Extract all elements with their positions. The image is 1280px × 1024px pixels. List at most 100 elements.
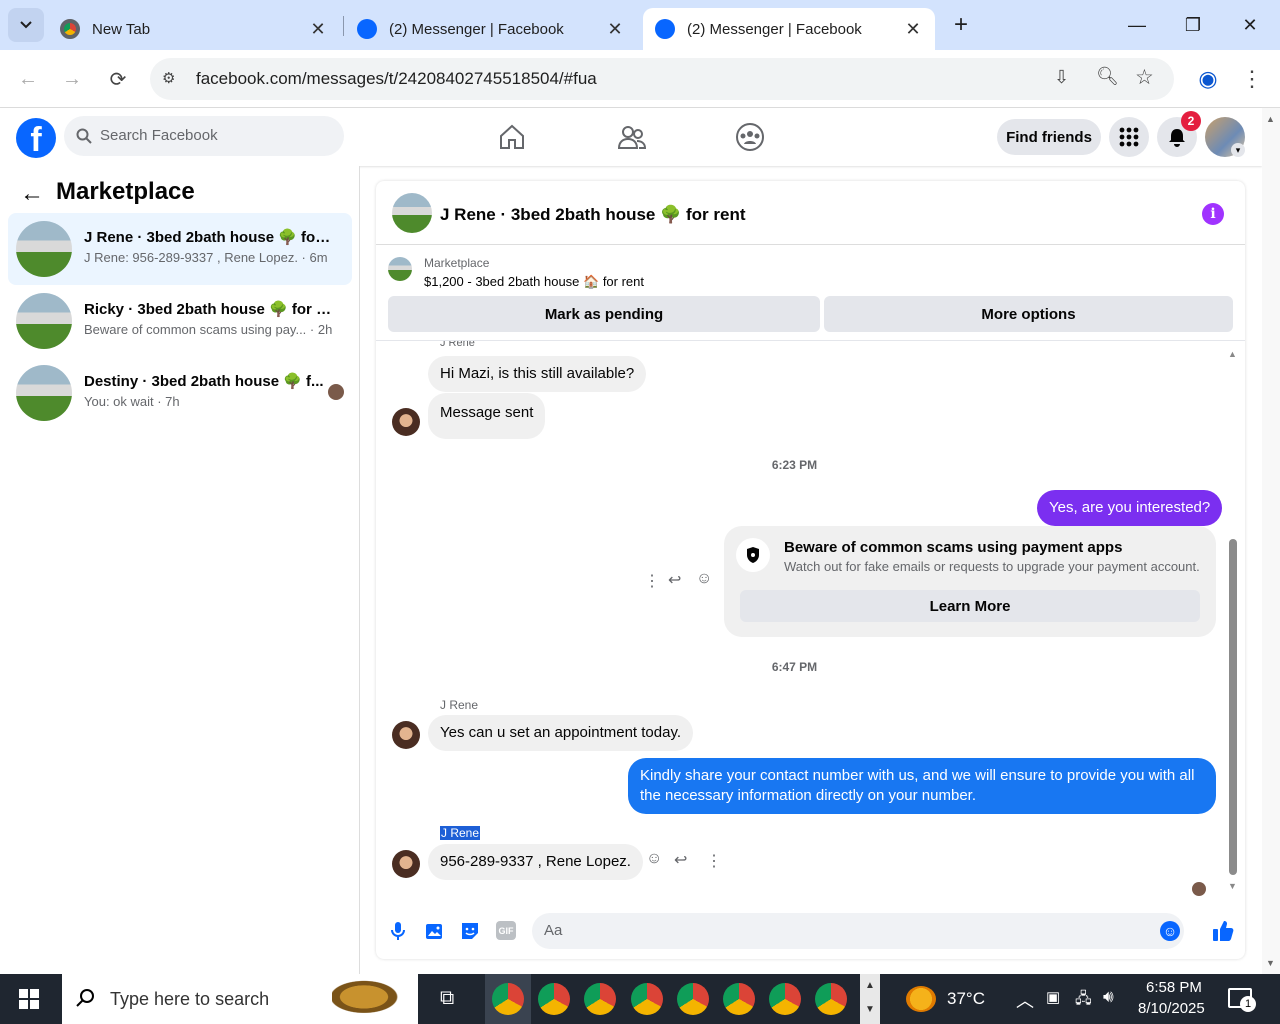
close-tab-icon[interactable]: ✕ <box>903 19 923 40</box>
site-info-icon[interactable]: ⚙ <box>162 69 182 89</box>
network-icon[interactable]: 🖧︎ <box>1075 988 1092 1013</box>
weather-temperature[interactable]: 37°C <box>947 989 985 1009</box>
taskbar-search-box[interactable]: Type here to search <box>62 974 418 1024</box>
chrome-taskbar-icon[interactable] <box>677 983 709 1015</box>
clock-time[interactable]: 6:58 PM <box>1146 979 1202 996</box>
chrome-taskbar-icon[interactable] <box>631 983 663 1015</box>
volume-icon[interactable]: 🔊︎ <box>1103 987 1114 1007</box>
conversation-item-destiny[interactable]: Destiny · 3bed 2bath house 🌳 f... You: o… <box>8 357 352 429</box>
more-actions-icon[interactable]: ⋮ <box>706 851 722 871</box>
mark-as-pending-button[interactable]: Mark as pending <box>388 296 820 332</box>
conversation-item-j-rene[interactable]: J Rene · 3bed 2bath house 🌳 for r... J R… <box>8 213 352 285</box>
chrome-taskbar-icon[interactable] <box>723 983 755 1015</box>
tab-messenger-1[interactable]: (2) Messenger | Facebook ✕ <box>345 8 637 50</box>
scroll-down-arrow-icon[interactable]: ▼ <box>1228 881 1237 891</box>
profile-icon[interactable]: ◉ <box>1193 64 1223 94</box>
listing-thumbnail[interactable] <box>388 257 412 281</box>
react-emoji-icon[interactable]: ☺ <box>696 570 712 588</box>
message-bubble-incoming[interactable]: Yes can u set an appointment today. <box>428 715 694 751</box>
tab-title: (2) Messenger | Facebook <box>389 20 564 38</box>
message-bubble-outgoing[interactable]: Kindly share your contact number with us… <box>628 758 1216 814</box>
tab-search-button[interactable] <box>8 8 44 42</box>
learn-more-button[interactable]: Learn More <box>740 590 1200 622</box>
seen-receipt-avatar <box>1192 882 1206 896</box>
info-icon[interactable]: i <box>1202 203 1224 225</box>
message-bubble-outgoing[interactable]: Yes, are you interested? <box>1037 490 1223 526</box>
timestamp: 6:23 PM <box>771 458 818 472</box>
friends-icon[interactable] <box>617 122 647 152</box>
notifications-button[interactable]: 2 <box>1157 111 1201 157</box>
zoom-icon[interactable]: 🔍︎ <box>1096 66 1119 87</box>
react-emoji-icon[interactable]: ☺ <box>646 850 662 868</box>
windows-start-icon[interactable] <box>19 989 39 1009</box>
clock-date[interactable]: 8/10/2025 <box>1138 1000 1205 1017</box>
close-window-button[interactable]: ✕ <box>1230 8 1270 42</box>
listing-price-title[interactable]: $1,200 - 3bed 2bath house 🏠 for rent <box>424 274 644 290</box>
sticker-icon[interactable] <box>460 921 480 941</box>
task-view-icon[interactable]: ⧉ <box>440 987 454 1010</box>
scroll-up-arrow-icon[interactable]: ▲ <box>1228 349 1237 359</box>
message-bubble-incoming[interactable]: Message sent <box>428 393 546 439</box>
message-sender-highlighted: J Rene <box>440 826 481 840</box>
maximize-button[interactable]: ❐ <box>1173 8 1213 42</box>
message-sender: J Rene <box>440 698 479 712</box>
message-input[interactable]: Aa ☺ <box>532 913 1184 949</box>
conversation-item-ricky[interactable]: Ricky · 3bed 2bath house 🌳 for rent Bewa… <box>8 285 352 357</box>
reply-icon[interactable]: ↩ <box>674 850 687 870</box>
groups-icon[interactable] <box>735 122 765 152</box>
new-tab-button[interactable]: + <box>941 8 981 42</box>
chat-scrollbar[interactable]: ▲ ▼ <box>1226 341 1240 891</box>
scroll-thumb[interactable] <box>1229 539 1237 875</box>
facebook-search-input[interactable]: Search Facebook <box>64 116 344 156</box>
tab-title: (2) Messenger | Facebook <box>687 20 862 38</box>
forward-button[interactable]: → <box>57 64 87 94</box>
shield-icon <box>736 538 770 572</box>
thumbs-up-icon[interactable] <box>1212 920 1234 942</box>
close-tab-icon[interactable]: ✕ <box>308 19 328 40</box>
marketplace-conversations-panel: ← Marketplace J Rene · 3bed 2bath house … <box>0 166 360 974</box>
install-app-icon[interactable]: ⇩ <box>1054 67 1069 88</box>
menu-kebab-icon[interactable]: ⋮ <box>1237 64 1267 94</box>
emoji-picker-icon[interactable]: ☺ <box>1160 921 1180 941</box>
back-button[interactable]: ← <box>13 64 43 94</box>
reload-button[interactable]: ⟳ <box>103 64 133 94</box>
tab-new-tab[interactable]: New Tab ✕ <box>48 8 340 50</box>
photo-icon[interactable] <box>425 921 445 941</box>
close-tab-icon[interactable]: ✕ <box>605 19 625 40</box>
tray-chevron-up-icon[interactable]: ︿ <box>1016 987 1034 1013</box>
message-bubble-incoming[interactable]: 956-289-9337 , Rene Lopez. <box>428 844 643 880</box>
chat-window: J Rene · 3bed 2bath house 🌳 for rent i M… <box>376 181 1245 959</box>
chat-avatar[interactable] <box>392 193 432 233</box>
minimize-button[interactable]: — <box>1117 8 1157 42</box>
menu-grid-button[interactable] <box>1109 117 1149 157</box>
taskbar-overflow-strip[interactable]: ▲ ▼ <box>860 974 880 1024</box>
address-bar[interactable]: ⚙ facebook.com/messages/t/24208402745518… <box>150 58 1174 100</box>
search-placeholder: Search Facebook <box>100 127 218 144</box>
weather-icon[interactable] <box>906 986 936 1012</box>
chevron-down-icon <box>20 21 32 29</box>
find-friends-button[interactable]: Find friends <box>997 119 1101 155</box>
chrome-taskbar-icon[interactable] <box>584 983 616 1015</box>
chrome-taskbar-icon[interactable] <box>769 983 801 1015</box>
notification-center-icon[interactable]: 1 <box>1228 988 1256 1012</box>
chrome-taskbar-icon[interactable] <box>815 983 847 1015</box>
gif-icon[interactable]: GIF <box>496 921 516 940</box>
page-scrollbar[interactable]: ▲ ▼ <box>1262 108 1280 974</box>
home-icon[interactable] <box>497 122 527 152</box>
microphone-icon[interactable] <box>390 921 406 941</box>
more-options-button[interactable]: More options <box>824 296 1233 332</box>
reply-icon[interactable]: ↩ <box>668 570 681 590</box>
scroll-up-arrow-icon[interactable]: ▲ <box>1266 114 1275 124</box>
tab-messenger-2-active[interactable]: (2) Messenger | Facebook ✕ <box>643 8 935 50</box>
chat-title[interactable]: J Rene · 3bed 2bath house 🌳 for rent <box>440 205 746 225</box>
meet-now-icon[interactable]: ▣ <box>1046 988 1060 1006</box>
bookmark-star-icon[interactable]: ☆ <box>1135 65 1154 90</box>
back-arrow-icon[interactable]: ← <box>20 180 44 208</box>
chrome-taskbar-icon[interactable] <box>538 983 570 1015</box>
facebook-logo[interactable]: f <box>16 118 56 158</box>
chrome-taskbar-icon[interactable] <box>492 983 524 1015</box>
scroll-down-arrow-icon[interactable]: ▼ <box>1266 958 1275 968</box>
account-chevron-icon[interactable]: ▾ <box>1231 143 1245 157</box>
message-bubble-incoming[interactable]: Hi Mazi, is this still available? <box>428 356 647 392</box>
more-actions-icon[interactable]: ⋮ <box>644 571 660 591</box>
